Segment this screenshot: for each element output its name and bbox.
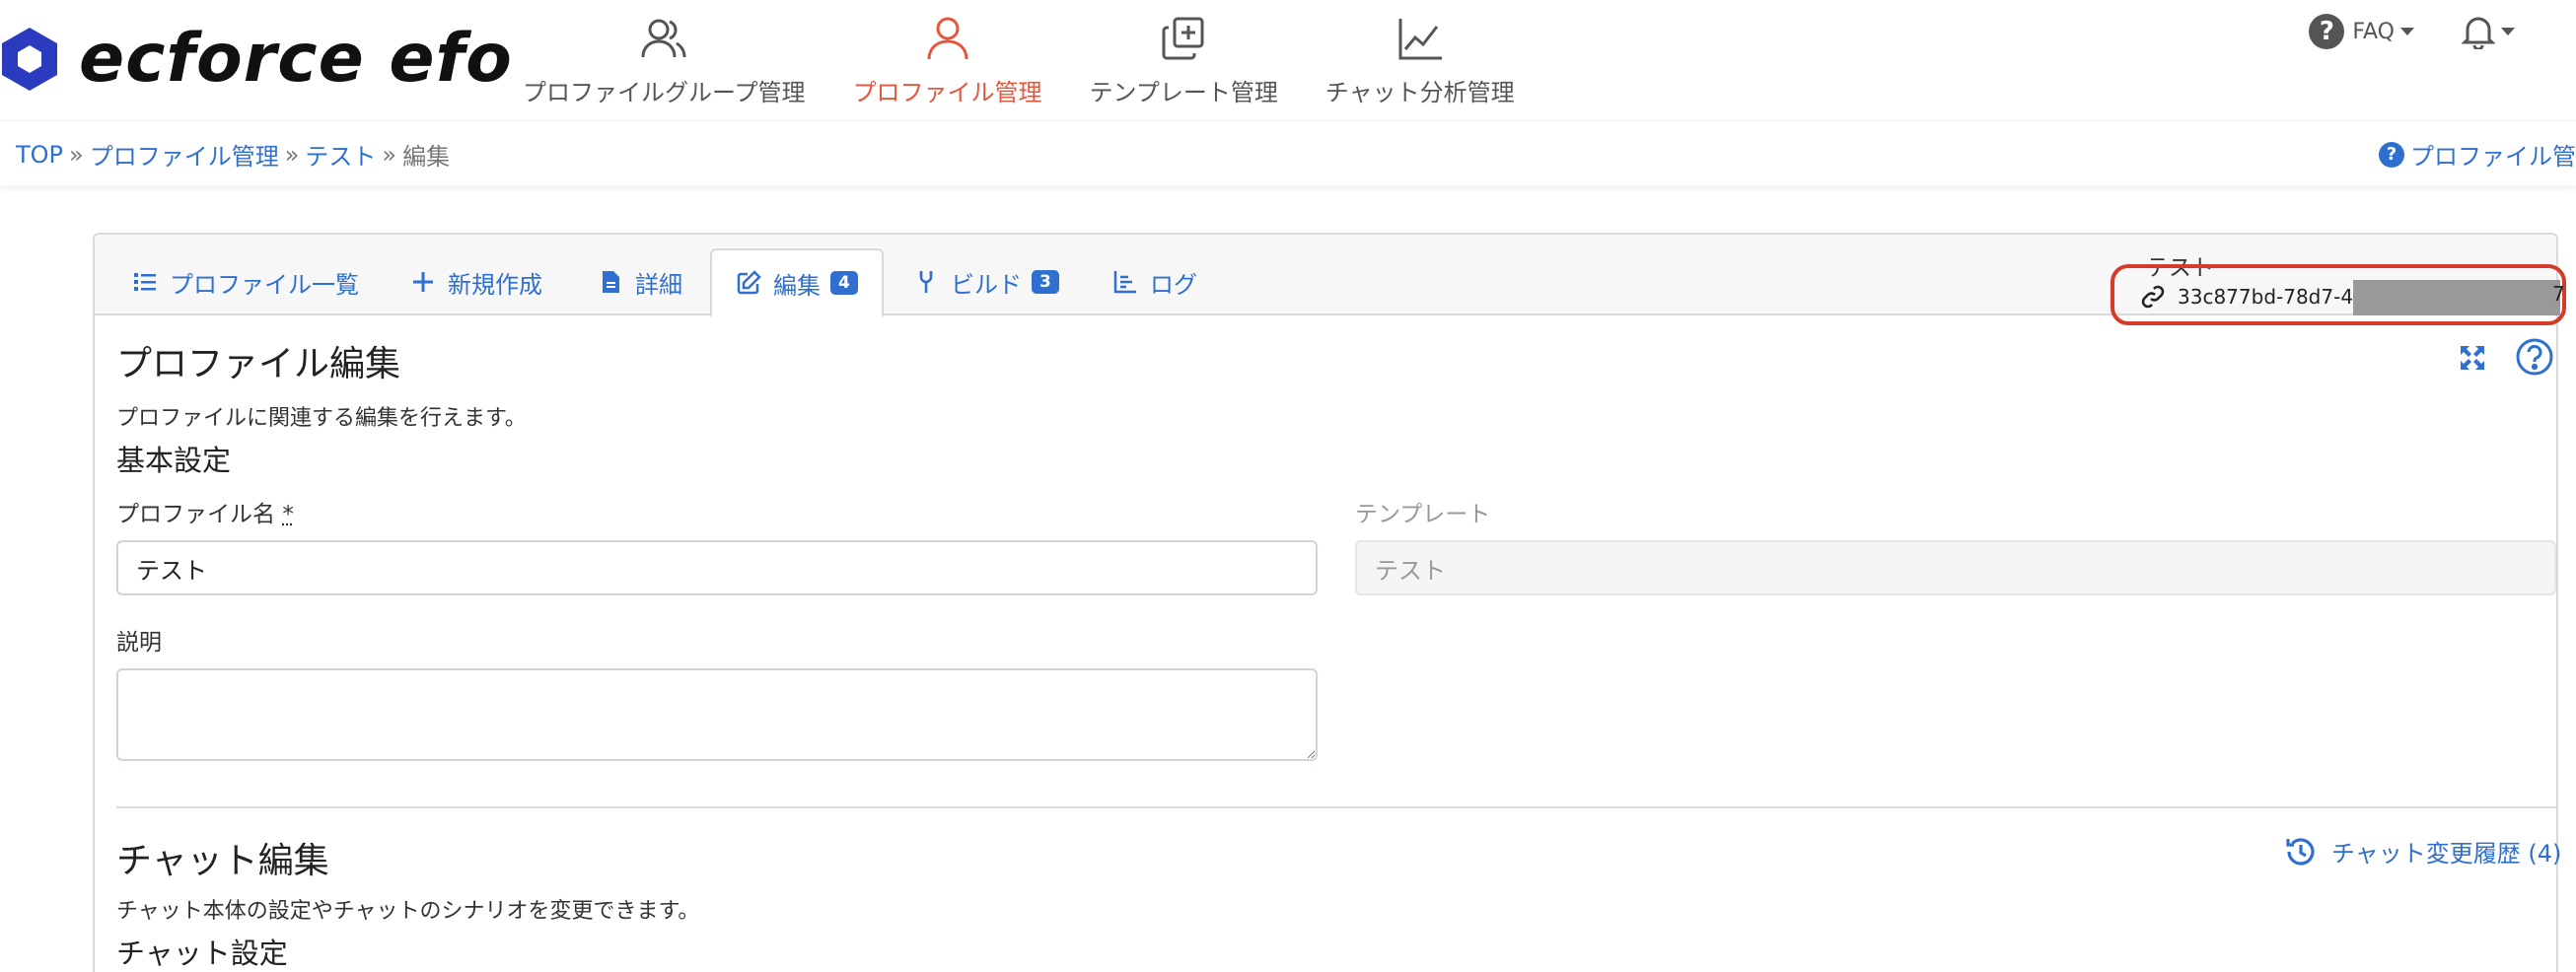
- wrench-icon: [913, 269, 939, 295]
- template-label: テンプレート: [1355, 495, 1490, 528]
- caret-down-icon: [2400, 28, 2414, 35]
- tab-profile-list[interactable]: プロファイル一覧: [132, 248, 359, 315]
- breadcrumb: TOP » プロファイル管理 » テスト » 編集: [16, 137, 450, 172]
- chat-history-label: チャット変更履歴 (4): [2331, 834, 2561, 868]
- file-icon: [598, 269, 623, 295]
- tab-edit-badge: 4: [830, 271, 858, 295]
- top-navbar: ecforce efo プロファイルグループ管理 プロファイル管理 テンプレート…: [0, 0, 2576, 120]
- question-circle-outline-icon: [2515, 337, 2554, 377]
- breadcrumb-separator: »: [382, 141, 396, 169]
- expand-button[interactable]: [2458, 343, 2487, 377]
- description-textarea[interactable]: [116, 668, 1318, 761]
- tab-edit[interactable]: 編集 4: [710, 248, 884, 317]
- nav-profile-label: プロファイル管理: [853, 73, 1042, 107]
- profile-id-text: 33c877bd-78d7-43: [2178, 285, 2366, 309]
- description-label: 説明: [116, 623, 162, 657]
- profile-edit-description: プロファイルに関連する編集を行えます。: [116, 400, 527, 432]
- tab-log[interactable]: ログ: [1112, 248, 1197, 315]
- tab-detail-label: 詳細: [635, 265, 682, 300]
- history-icon: [2284, 835, 2318, 868]
- tab-detail[interactable]: 詳細: [598, 248, 682, 315]
- chat-history-link[interactable]: チャット変更履歴 (4): [2284, 834, 2561, 868]
- basic-settings-heading: 基本設定: [116, 438, 231, 479]
- help-link[interactable]: ? プロファイル管理: [2379, 137, 2576, 172]
- nav-template-label: テンプレート管理: [1090, 73, 1278, 107]
- profile-name-label-text: プロファイル名: [116, 502, 275, 527]
- template-input: [1355, 540, 2556, 595]
- breadcrumb-top[interactable]: TOP: [16, 141, 63, 169]
- nav-chat-analysis-label: チャット分析管理: [1325, 73, 1515, 107]
- users-icon: [639, 16, 688, 61]
- breadcrumb-separator: »: [285, 141, 300, 169]
- link-icon: [2140, 284, 2166, 310]
- breadcrumb-profile-management[interactable]: プロファイル管理: [90, 137, 279, 172]
- notifications-dropdown[interactable]: [2462, 14, 2515, 49]
- nav-template[interactable]: テンプレート管理: [1090, 0, 1278, 120]
- tab-build-label: ビルド: [951, 265, 1022, 300]
- bell-icon: [2462, 14, 2495, 49]
- section-divider: [116, 806, 2556, 808]
- tab-log-label: ログ: [1150, 265, 1197, 300]
- tab-build[interactable]: ビルド 3: [913, 248, 1059, 315]
- required-marker: *: [282, 502, 294, 527]
- breadcrumb-profile[interactable]: テスト: [305, 137, 376, 172]
- brand-name: ecforce efo: [79, 26, 513, 93]
- profile-id-tail: 7: [2552, 282, 2565, 306]
- edit-icon: [736, 270, 761, 296]
- redacted-block: [2353, 280, 2560, 315]
- profile-id-link[interactable]: 33c877bd-78d7-43: [2140, 280, 2366, 313]
- copy-plus-icon: [1159, 16, 1208, 61]
- breadcrumb-bar: TOP » プロファイル管理 » テスト » 編集 ? プロファイル管理: [0, 120, 2576, 185]
- tab-build-badge: 3: [1032, 270, 1059, 294]
- hexagon-logo-icon: [0, 24, 61, 95]
- user-icon: [923, 16, 972, 61]
- nav-right: ? FAQ: [2309, 14, 2515, 49]
- profile-name-input[interactable]: [116, 540, 1318, 595]
- chat-settings-heading: チャット設定: [116, 931, 288, 972]
- list-icon: [132, 269, 158, 295]
- nav-profile[interactable]: プロファイル管理: [853, 0, 1042, 120]
- help-button[interactable]: [2515, 337, 2554, 381]
- profile-name-label: プロファイル名 *: [116, 495, 294, 528]
- chat-edit-title: チャット編集: [116, 832, 329, 883]
- nav-profile-group-label: プロファイルグループ管理: [523, 73, 806, 107]
- faq-label: FAQ: [2352, 20, 2395, 44]
- main-nav: プロファイルグループ管理 プロファイル管理 テンプレート管理 チャット分析管理: [523, 0, 1562, 120]
- tab-new-label: 新規作成: [448, 265, 542, 300]
- breadcrumb-separator: »: [69, 141, 84, 169]
- profile-card: プロファイル一覧 新規作成 詳細 編集 4 ビルド 3 ログ: [93, 233, 2558, 972]
- nav-profile-group[interactable]: プロファイルグループ管理: [523, 0, 806, 120]
- tab-edit-label: 編集: [773, 266, 821, 301]
- help-link-label: プロファイル管理: [2410, 137, 2576, 172]
- profile-edit-title: プロファイル編集: [116, 335, 400, 386]
- tab-new[interactable]: 新規作成: [410, 248, 542, 315]
- expand-icon: [2458, 343, 2487, 373]
- plus-icon: [410, 269, 436, 295]
- chat-edit-description: チャット本体の設定やチャットのシナリオを変更できます。: [116, 893, 699, 925]
- question-circle-icon: ?: [2309, 14, 2344, 49]
- tab-profile-list-label: プロファイル一覧: [170, 265, 359, 300]
- nav-chat-analysis[interactable]: チャット分析管理: [1325, 0, 1515, 120]
- chart-icon: [1112, 269, 1138, 295]
- line-chart-icon: [1395, 16, 1445, 61]
- caret-down-icon: [2501, 28, 2515, 35]
- question-circle-icon: ?: [2379, 142, 2404, 168]
- faq-dropdown[interactable]: ? FAQ: [2309, 14, 2414, 49]
- brand-logo[interactable]: ecforce efo: [0, 18, 513, 101]
- breadcrumb-current: 編集: [402, 137, 450, 172]
